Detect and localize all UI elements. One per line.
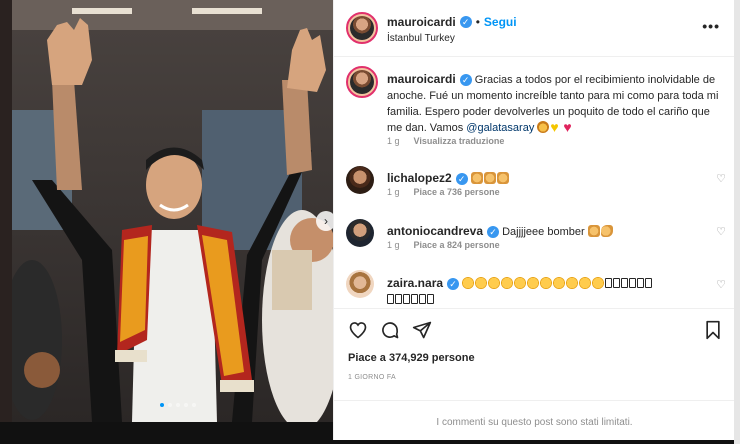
verified-badge-icon: ✓: [447, 278, 460, 290]
post-header: mauroicardi ✓ • Segui İstanbul Turkey ••…: [334, 0, 734, 57]
comment-time: 1 g: [387, 187, 400, 197]
comment-likes[interactable]: Piace a 736 persone: [414, 187, 500, 197]
post-panel: mauroicardi ✓ • Segui İstanbul Turkey ••…: [333, 0, 735, 440]
raising-hands-emoji-icon: [470, 172, 483, 184]
astonished-face-emoji-icon: [579, 277, 592, 289]
more-options-icon[interactable]: •••: [702, 18, 720, 34]
verified-badge-icon: ✓: [459, 16, 472, 28]
red-heart-emoji-icon: [563, 119, 575, 135]
carousel-dot: [168, 403, 172, 407]
lion-emoji-icon: [537, 121, 550, 133]
missing-glyph: [419, 294, 426, 304]
chevron-right-icon: ›: [324, 214, 328, 228]
post-photo[interactable]: ›: [12, 0, 333, 422]
comment-username[interactable]: lichalopez2: [387, 171, 452, 185]
follow-button[interactable]: Segui: [484, 15, 517, 29]
comment-icon[interactable]: [380, 320, 400, 340]
yellow-heart-emoji-icon: [550, 119, 562, 135]
background-left-edge: [0, 0, 12, 444]
flexed-biceps-emoji-icon: [600, 225, 613, 237]
raising-hands-emoji-icon: [483, 172, 496, 184]
avatar[interactable]: [346, 166, 374, 194]
carousel-dot: [192, 403, 196, 407]
comment-likes[interactable]: Piace a 824 persone: [414, 240, 500, 250]
background-right-edge: [734, 0, 740, 444]
bookmark-icon[interactable]: [704, 320, 722, 340]
comments-limited-notice: I commenti su questo post sono stati lim…: [334, 400, 735, 444]
verified-badge-icon: ✓: [487, 226, 500, 238]
caption-username[interactable]: mauroicardi: [387, 72, 456, 86]
missing-glyph: [427, 294, 434, 304]
astonished-face-emoji-icon: [540, 277, 553, 289]
action-bar: [334, 308, 735, 350]
missing-glyph: [621, 278, 629, 288]
comment-like-icon[interactable]: ♡: [716, 172, 726, 185]
separator-dot: •: [475, 15, 480, 29]
carousel-dot: [176, 403, 180, 407]
missing-glyph: [395, 294, 402, 304]
missing-glyph: [637, 278, 645, 288]
astonished-face-emoji-icon: [553, 277, 566, 289]
comment-like-icon[interactable]: ♡: [716, 278, 726, 291]
comment-like-icon[interactable]: ♡: [716, 225, 726, 238]
missing-glyph: [387, 294, 394, 304]
carousel-dot: [160, 403, 164, 407]
carousel-dots: [160, 403, 196, 407]
comment-time: 1 g: [387, 240, 400, 250]
translate-link[interactable]: Visualizza traduzione: [414, 136, 505, 146]
comment-meta: 1 g Piace a 824 persone: [387, 240, 500, 250]
author-username[interactable]: mauroicardi: [387, 15, 456, 29]
missing-glyph: [645, 278, 653, 288]
missing-glyph: [613, 278, 621, 288]
heart-outline-icon[interactable]: [348, 320, 368, 340]
comment-meta: 1 g Piace a 736 persone: [387, 187, 500, 197]
paper-plane-icon[interactable]: [412, 320, 432, 340]
astonished-face-emoji-icon: [475, 277, 488, 289]
carousel-dot: [184, 403, 188, 407]
astonished-face-emoji-icon: [462, 277, 475, 289]
avatar[interactable]: [346, 12, 378, 44]
next-image-button[interactable]: ›: [316, 211, 333, 231]
post-photo-illustration: [12, 0, 333, 422]
comment-username[interactable]: zaira.nara: [387, 276, 443, 290]
missing-glyph: [605, 278, 613, 288]
caption-text: mauroicardi ✓ Gracias a todos por el reci…: [387, 71, 726, 136]
raising-hands-emoji-icon: [587, 225, 600, 237]
missing-glyph: [403, 294, 410, 304]
comment-text: zaira.nara ✓: [387, 275, 707, 308]
avatar[interactable]: [346, 219, 374, 247]
comment-username[interactable]: antoniocandreva: [387, 224, 483, 238]
verified-badge-icon: ✓: [459, 74, 472, 86]
caption-time: 1 g: [387, 136, 400, 146]
post-date: 1 GIORNO FA: [348, 374, 397, 381]
avatar[interactable]: [346, 270, 374, 298]
caption-meta: 1 g Visualizza traduzione: [387, 136, 504, 146]
astonished-face-emoji-icon: [514, 277, 527, 289]
avatar[interactable]: [346, 66, 378, 98]
comment-body: Dajjjjeee bomber: [502, 226, 585, 238]
comment-text: antoniocandreva ✓ Dajjjjeee bomber: [387, 224, 707, 240]
astonished-face-emoji-icon: [501, 277, 514, 289]
astonished-face-emoji-icon: [488, 277, 501, 289]
post-location[interactable]: İstanbul Turkey: [387, 33, 455, 44]
verified-badge-icon: ✓: [455, 173, 468, 185]
mention-link[interactable]: @galatasaray: [466, 122, 534, 134]
missing-glyph: [629, 278, 637, 288]
raising-hands-emoji-icon: [496, 172, 509, 184]
astonished-face-emoji-icon: [592, 277, 605, 289]
comment-text: lichalopez2 ✓: [387, 171, 707, 187]
likes-count[interactable]: Piace a 374,929 persone: [348, 352, 475, 364]
missing-glyph: [411, 294, 418, 304]
astonished-face-emoji-icon: [527, 277, 540, 289]
astonished-face-emoji-icon: [566, 277, 579, 289]
